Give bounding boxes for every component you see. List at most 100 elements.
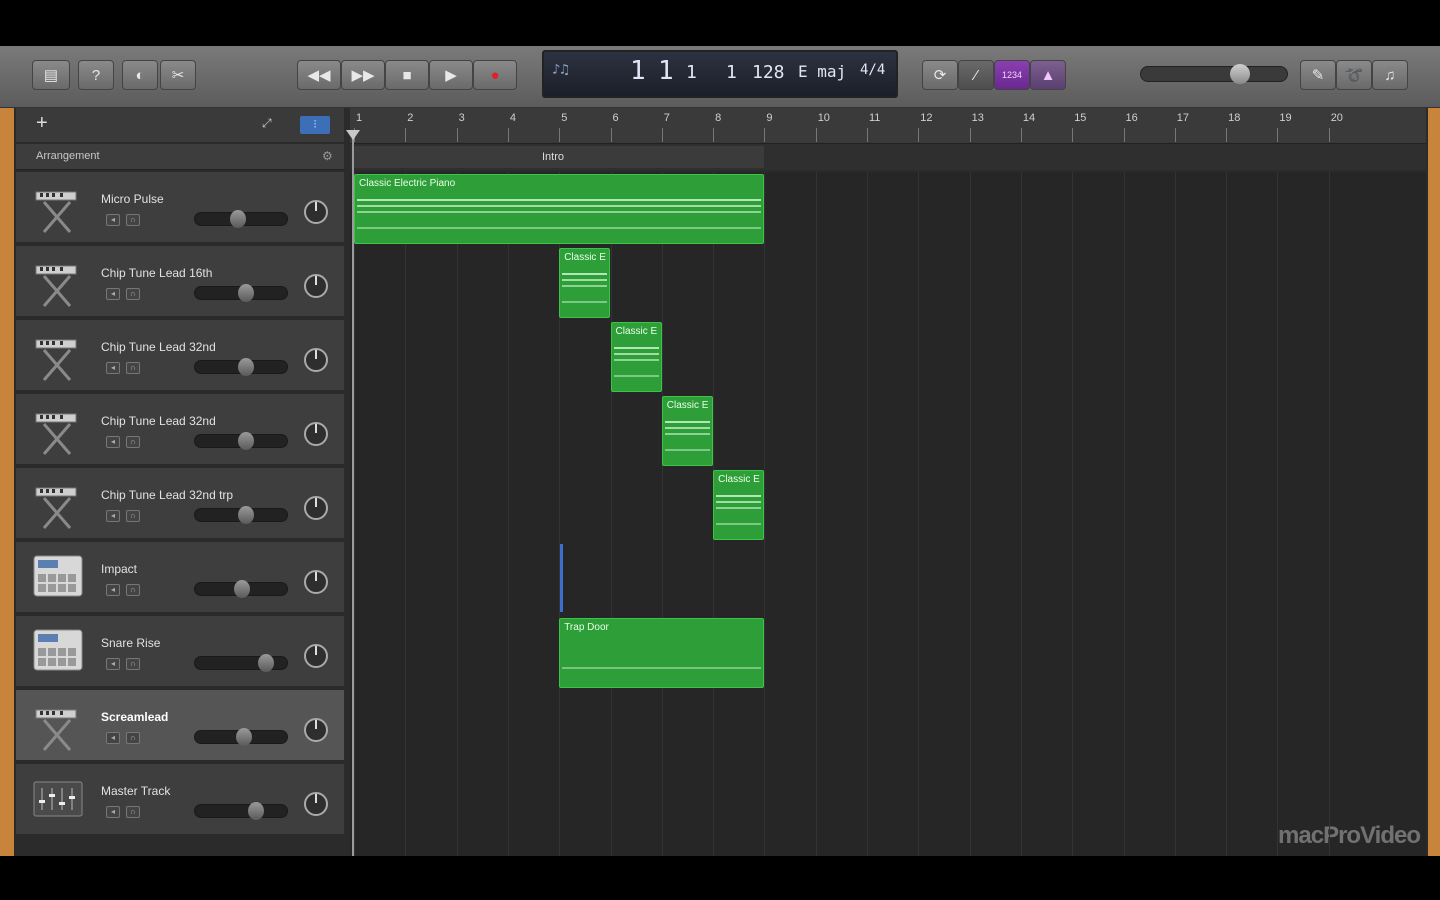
headphones-icon[interactable]: ∩ bbox=[126, 658, 140, 670]
headphones-icon[interactable]: ∩ bbox=[126, 214, 140, 226]
track-header[interactable]: Chip Tune Lead 32nd trp ◂ ∩ bbox=[16, 468, 344, 540]
headphones-icon[interactable]: ∩ bbox=[126, 436, 140, 448]
mute-toggle[interactable]: ◂ bbox=[106, 584, 120, 596]
rewind-icon: ◀◀ bbox=[307, 67, 331, 84]
track-pan-knob[interactable] bbox=[304, 348, 328, 372]
record-button[interactable]: ● bbox=[473, 60, 517, 90]
fast-forward-button[interactable]: ▶▶ bbox=[341, 60, 385, 90]
headphones-icon[interactable]: ∩ bbox=[126, 732, 140, 744]
midi-region[interactable]: Classic Electric Piano bbox=[354, 174, 765, 244]
track-pan-knob[interactable] bbox=[304, 496, 328, 520]
track-volume-knob[interactable] bbox=[238, 358, 254, 376]
media-browser-button[interactable]: ♫ bbox=[1372, 60, 1408, 90]
track-name[interactable]: Chip Tune Lead 32nd bbox=[101, 340, 216, 354]
track-name[interactable]: Snare Rise bbox=[101, 636, 160, 650]
track-volume-knob[interactable] bbox=[235, 728, 252, 746]
track-volume-knob[interactable] bbox=[238, 432, 254, 450]
play-button[interactable]: ▶ bbox=[429, 60, 473, 90]
impact-region-marker[interactable] bbox=[560, 544, 563, 612]
mute-toggle[interactable]: ◂ bbox=[106, 732, 120, 744]
midi-region[interactable]: Trap Door bbox=[559, 618, 765, 688]
track-pan-knob[interactable] bbox=[304, 718, 328, 742]
add-track-icon[interactable]: + bbox=[36, 112, 48, 135]
timeline-ruler[interactable]: 1 2 3 4 5 6 7 8 9 10 11 12 13 14 15 16 17 18 19 20 bbox=[350, 108, 1426, 144]
track-header[interactable]: Chip Tune Lead 32nd ◂ ∩ bbox=[16, 320, 344, 392]
track-volume-knob[interactable] bbox=[238, 506, 254, 524]
ruler-tick bbox=[1123, 128, 1125, 142]
track-volume-slider[interactable] bbox=[194, 804, 288, 818]
track-pan-knob[interactable] bbox=[304, 200, 328, 224]
count-in-button[interactable]: 1234 bbox=[994, 60, 1030, 90]
track-name[interactable]: Chip Tune Lead 32nd bbox=[101, 414, 216, 428]
catch-playhead-icon[interactable]: ⤢ bbox=[262, 116, 272, 131]
mute-toggle[interactable]: ◂ bbox=[106, 436, 120, 448]
mute-toggle[interactable]: ◂ bbox=[106, 510, 120, 522]
track-pan-knob[interactable] bbox=[304, 570, 328, 594]
midi-note-line bbox=[357, 227, 762, 229]
library-button[interactable]: ▤ bbox=[32, 60, 70, 90]
track-name[interactable]: Impact bbox=[101, 562, 137, 576]
tuner-button[interactable]: ⁄ bbox=[958, 60, 994, 90]
lcd-display[interactable]: ♪♫ 1 1 1 1 128 E maj 4/4 bbox=[542, 50, 898, 98]
track-volume-knob[interactable] bbox=[230, 210, 246, 228]
mute-toggle[interactable]: ◂ bbox=[106, 658, 120, 670]
track-header[interactable]: Micro Pulse ◂ ∩ bbox=[16, 172, 344, 244]
midi-region[interactable]: Classic E bbox=[713, 470, 765, 540]
track-header[interactable]: Master Track ◂ ∩ bbox=[16, 764, 344, 836]
notepad-button[interactable]: ✎ bbox=[1300, 60, 1336, 90]
master-volume-knob[interactable] bbox=[1230, 64, 1250, 84]
smart-controls-button[interactable]: ◐ bbox=[122, 60, 158, 90]
track-pan-knob[interactable] bbox=[304, 422, 328, 446]
track-volume-knob[interactable] bbox=[234, 580, 250, 598]
track-name[interactable]: Micro Pulse bbox=[101, 192, 164, 206]
midi-region[interactable]: Classic E bbox=[559, 248, 611, 318]
track-header[interactable]: Snare Rise ◂ ∩ bbox=[16, 616, 344, 688]
headphones-icon[interactable]: ∩ bbox=[126, 806, 140, 818]
arrangement-header: Arrangement ⚙ bbox=[16, 144, 344, 170]
metronome-button[interactable]: ▲ bbox=[1030, 60, 1066, 90]
arrangement-marker-intro[interactable]: Intro bbox=[354, 146, 764, 168]
track-header[interactable]: Chip Tune Lead 32nd ◂ ∩ bbox=[16, 394, 344, 466]
midi-region[interactable]: Classic E bbox=[661, 396, 714, 466]
filter-icon[interactable]: ⫶ bbox=[300, 116, 330, 134]
app-root: ▤ ? ◐ ✂ ◀◀ ▶▶ ■ ▶ ● ♪♫ 1 1 1 1 128 E maj… bbox=[0, 0, 1440, 900]
track-volume-knob[interactable] bbox=[247, 802, 264, 820]
headphones-icon[interactable]: ∩ bbox=[126, 510, 140, 522]
playhead-line[interactable] bbox=[352, 130, 354, 856]
metronome-icon: ♪♫ bbox=[552, 62, 569, 78]
headphones-icon[interactable]: ∩ bbox=[126, 288, 140, 300]
midi-note-line bbox=[357, 211, 762, 213]
cycle-button[interactable]: ⟳ bbox=[922, 60, 958, 90]
track-name[interactable]: Chip Tune Lead 32nd trp bbox=[101, 488, 233, 502]
mute-toggle[interactable]: ◂ bbox=[106, 288, 120, 300]
mute-toggle[interactable]: ◂ bbox=[106, 362, 120, 374]
track-header[interactable]: Impact ◂ ∩ bbox=[16, 542, 344, 614]
quick-help-button[interactable]: ? bbox=[78, 60, 114, 90]
track-pan-knob[interactable] bbox=[304, 644, 328, 668]
gear-icon[interactable]: ⚙ bbox=[322, 149, 333, 163]
midi-region[interactable]: Classic E bbox=[610, 322, 662, 392]
mute-toggle[interactable]: ◂ bbox=[106, 214, 120, 226]
stop-button[interactable]: ■ bbox=[385, 60, 429, 90]
track-volume-knob[interactable] bbox=[258, 654, 274, 672]
editors-button[interactable]: ✂ bbox=[160, 60, 196, 90]
track-name[interactable]: Master Track bbox=[101, 784, 170, 798]
rewind-button[interactable]: ◀◀ bbox=[297, 60, 341, 90]
master-volume-slider[interactable] bbox=[1140, 66, 1288, 82]
tracks-area[interactable]: macProVideo Classic Electric Piano Classi… bbox=[350, 172, 1426, 856]
track-name[interactable]: Screamlead bbox=[101, 710, 168, 724]
track-header[interactable]: Chip Tune Lead 16th ◂ ∩ bbox=[16, 246, 344, 318]
ruler-tick bbox=[1328, 128, 1330, 142]
headphones-icon[interactable]: ∩ bbox=[126, 584, 140, 596]
track-header[interactable]: Screamlead ◂ ∩ bbox=[16, 690, 344, 762]
grid-bar-line bbox=[764, 172, 766, 856]
playhead-handle[interactable] bbox=[346, 130, 360, 140]
grid-bar-line bbox=[867, 172, 868, 856]
track-name[interactable]: Chip Tune Lead 16th bbox=[101, 266, 212, 280]
loop-browser-button[interactable]: ➰ bbox=[1336, 60, 1372, 90]
track-volume-knob[interactable] bbox=[238, 284, 254, 302]
headphones-icon[interactable]: ∩ bbox=[126, 362, 140, 374]
mute-toggle[interactable]: ◂ bbox=[106, 806, 120, 818]
track-pan-knob[interactable] bbox=[304, 792, 328, 816]
track-pan-knob[interactable] bbox=[304, 274, 328, 298]
